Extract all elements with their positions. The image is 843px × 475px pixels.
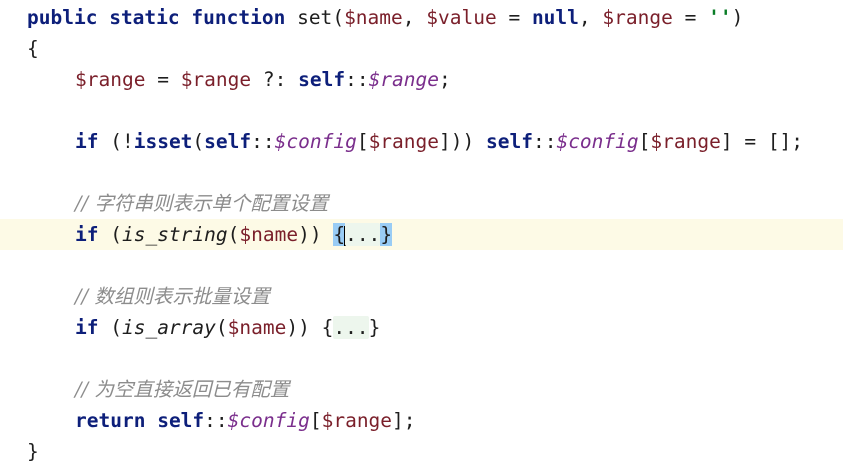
bracket: [: [309, 409, 322, 432]
keyword-isset: isset: [133, 130, 193, 153]
paren: (: [215, 316, 228, 339]
paren: ): [731, 6, 744, 29]
variable-range: $range: [650, 130, 721, 153]
code-line-7[interactable]: // 字符串则表示单个配置设置: [0, 188, 843, 219]
code-line-8[interactable]: if (is_string($name)) {...}: [0, 219, 843, 250]
brace-open: {: [321, 316, 334, 339]
comma: ,: [578, 6, 603, 29]
scope-op: ::: [345, 68, 369, 91]
param-value: $value: [426, 6, 497, 29]
function-name: set: [297, 6, 333, 29]
code-line-13[interactable]: // 为空直接返回已有配置: [0, 374, 843, 405]
folded-block-placeholder[interactable]: ...: [333, 316, 369, 339]
brace-close: }: [27, 440, 39, 463]
code-line-1[interactable]: public static function set($name, $value…: [0, 2, 843, 33]
keyword-self: self: [298, 68, 346, 91]
code-line-2[interactable]: {: [0, 33, 843, 64]
paren-close: )): [286, 316, 322, 339]
scope-op: ::: [251, 130, 275, 153]
paren-not: (!: [98, 130, 134, 153]
string-literal: '': [708, 6, 732, 29]
equals: =: [496, 6, 532, 29]
scope-op: ::: [204, 409, 228, 432]
code-line-15[interactable]: }: [0, 436, 843, 467]
paren-close: )): [298, 223, 334, 246]
paren: (: [98, 316, 122, 339]
keyword-self: self: [486, 130, 533, 153]
static-range: $range: [368, 68, 440, 91]
bracket: [: [638, 130, 651, 153]
keyword-self: self: [157, 409, 205, 432]
keyword-if: if: [75, 130, 99, 153]
variable-name: $name: [239, 223, 299, 246]
brace-open: {: [27, 37, 39, 60]
variable-range: $range: [180, 68, 252, 91]
code-line-10[interactable]: // 数组则表示批量设置: [0, 281, 843, 312]
param-name: $name: [344, 6, 403, 29]
bracket-close: ])): [439, 130, 475, 153]
static-config: $config: [227, 409, 310, 432]
code-line-3[interactable]: $range = $range ?: self::$range;: [0, 64, 843, 95]
equals: =: [672, 6, 709, 29]
keyword-static: static: [109, 6, 180, 29]
function-is-array: is_array: [121, 316, 216, 339]
scope-op: ::: [532, 130, 557, 153]
keyword-function: function: [191, 6, 286, 29]
keyword-if: if: [75, 223, 99, 246]
semicolon: ;: [439, 68, 451, 91]
paren: (: [332, 6, 345, 29]
variable-range: $range: [321, 409, 393, 432]
variable-range: $range: [75, 68, 146, 91]
bracket: [: [356, 130, 369, 153]
brace-close: }: [368, 316, 381, 339]
folded-block-placeholder[interactable]: ...: [345, 223, 381, 246]
comment-string-single: // 字符串则表示单个配置设置: [75, 192, 329, 215]
brace-close-matched: }: [380, 223, 393, 246]
paren: (: [192, 130, 205, 153]
param-range: $range: [602, 6, 673, 29]
keyword-self: self: [204, 130, 252, 153]
variable-name: $name: [227, 316, 287, 339]
code-line-5[interactable]: if (!isset(self::$config[$range])) self:…: [0, 126, 843, 157]
assign-op: =: [145, 68, 181, 91]
static-config: $config: [556, 130, 639, 153]
bracket-close: ];: [392, 409, 416, 432]
bracket-close: ]: [720, 130, 733, 153]
comment-array-batch: // 数组则表示批量设置: [75, 285, 270, 308]
variable-range: $range: [368, 130, 440, 153]
code-editor[interactable]: public static function set($name, $value…: [0, 0, 843, 475]
comma: ,: [402, 6, 427, 29]
static-config: $config: [274, 130, 357, 153]
assign-empty-array: = [];: [732, 130, 804, 153]
paren: (: [98, 223, 122, 246]
elvis-op: ?:: [251, 68, 299, 91]
comment-empty-return: // 为空直接返回已有配置: [75, 378, 290, 401]
paren: (: [227, 223, 240, 246]
keyword-public: public: [27, 6, 98, 29]
keyword-if: if: [75, 316, 99, 339]
code-line-11[interactable]: if (is_array($name)) {...}: [0, 312, 843, 343]
keyword-return: return: [75, 409, 146, 432]
function-is-string: is_string: [121, 223, 228, 246]
code-line-14[interactable]: return self::$config[$range];: [0, 405, 843, 436]
keyword-null: null: [531, 6, 579, 29]
